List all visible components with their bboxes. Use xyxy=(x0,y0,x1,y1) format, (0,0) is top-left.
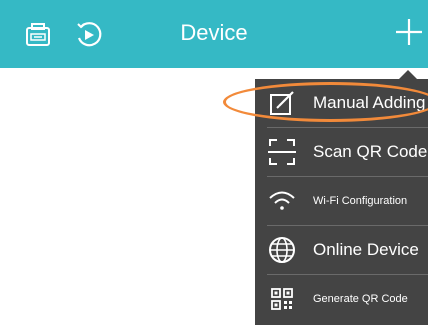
top-bar: Device xyxy=(0,0,428,68)
plus-icon[interactable] xyxy=(393,16,425,48)
wifi-icon xyxy=(269,191,295,210)
menu-item-label: Wi-Fi Configuration xyxy=(313,195,408,207)
qr-code-icon xyxy=(271,288,293,310)
menu-item-generate-qr-code[interactable]: Generate QR Code xyxy=(255,275,428,323)
highlight-ellipse xyxy=(223,82,428,122)
menu-item-label: Generate QR Code xyxy=(313,293,408,305)
globe-icon xyxy=(269,237,295,263)
scan-icon xyxy=(268,139,296,165)
menu-item-label: Scan QR Code xyxy=(313,142,428,161)
page-title: Device xyxy=(180,20,248,45)
menu-item-wifi-configuration[interactable]: Wi-Fi Configuration xyxy=(255,177,428,225)
menu-item-label: Online Device xyxy=(313,240,419,259)
menu-item-scan-qr-code[interactable]: Scan QR Code xyxy=(255,128,428,176)
menu-item-online-device[interactable]: Online Device xyxy=(255,226,428,274)
